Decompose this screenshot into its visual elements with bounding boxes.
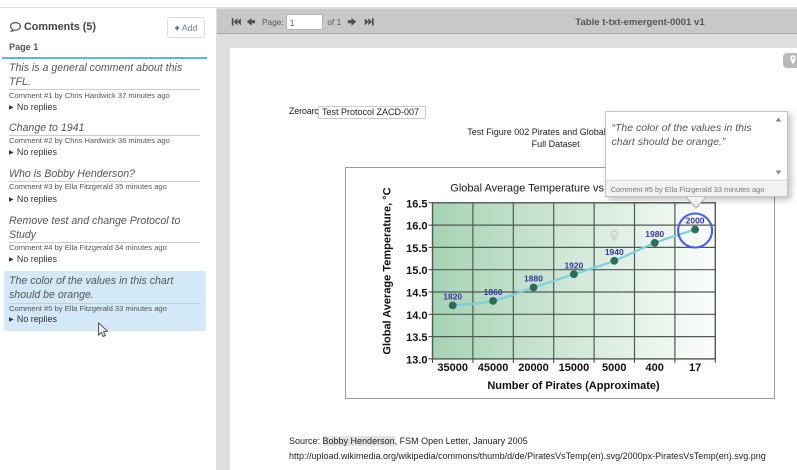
svg-text:17: 17 (689, 362, 701, 374)
svg-text:45000: 45000 (478, 362, 509, 374)
svg-text:1820: 1820 (443, 292, 462, 302)
svg-text:1920: 1920 (564, 260, 583, 270)
svg-text:20000: 20000 (518, 362, 549, 374)
svg-text:13.5: 13.5 (406, 332, 427, 344)
svg-text:13.0: 13.0 (406, 354, 427, 366)
svg-text:15.5: 15.5 (406, 243, 427, 255)
svg-text:1980: 1980 (645, 229, 664, 239)
svg-text:Number of Pirates (Approximate: Number of Pirates (Approximate) (487, 380, 660, 392)
svg-text:35000: 35000 (437, 362, 468, 374)
svg-text:15.0: 15.0 (406, 265, 427, 277)
svg-text:Global Average Temperature, °C: Global Average Temperature, °C (382, 187, 394, 354)
svg-text:16.0: 16.0 (406, 221, 427, 233)
svg-text:1860: 1860 (484, 287, 503, 297)
svg-text:400: 400 (646, 362, 664, 374)
svg-text:15000: 15000 (559, 362, 590, 374)
svg-text:1940: 1940 (605, 247, 624, 257)
svg-text:2000: 2000 (686, 216, 705, 226)
svg-text:14.0: 14.0 (406, 310, 427, 322)
svg-text:16.5: 16.5 (406, 198, 427, 210)
svg-text:14.5: 14.5 (406, 288, 427, 300)
svg-text:1880: 1880 (524, 274, 543, 284)
svg-text:5000: 5000 (602, 362, 626, 374)
